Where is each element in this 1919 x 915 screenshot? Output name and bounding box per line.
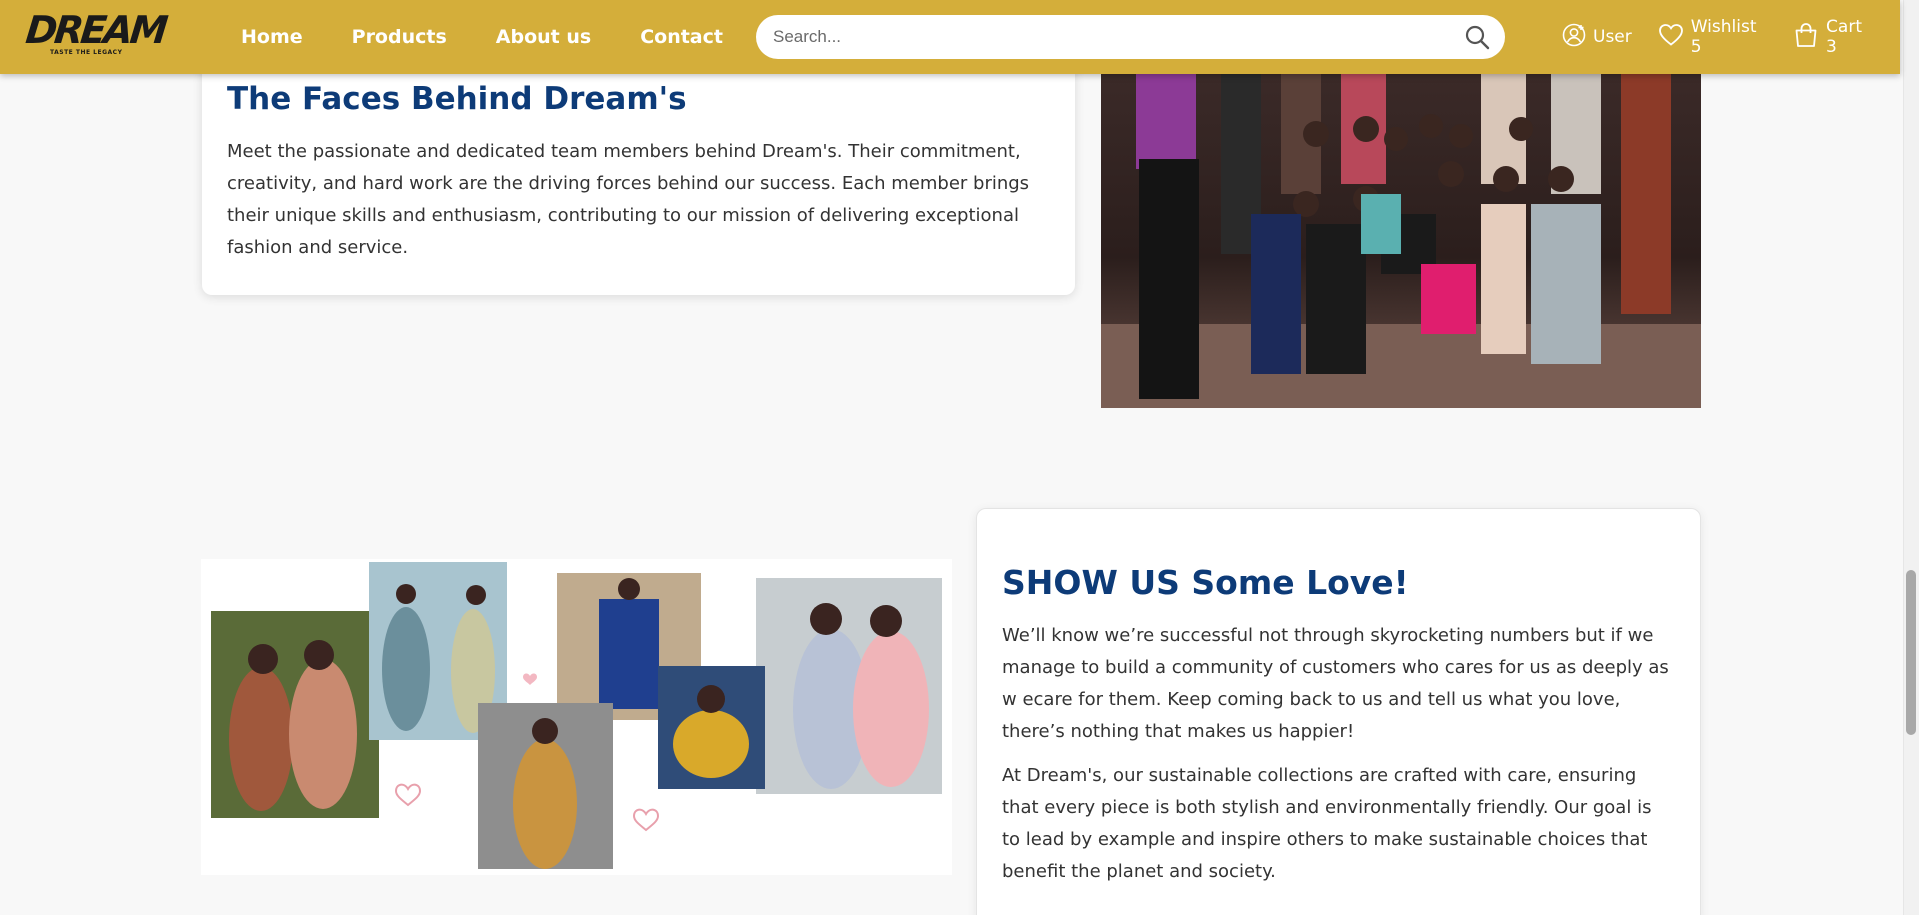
love-section-paragraph-1: We’ll know we’re successful not through … [1002,625,1669,742]
love-section-title: SHOW US Some Love! [1002,563,1409,602]
logo-wordmark: DREAM [23,8,168,52]
love-section-paragraph-2: At Dream's, our sustainable collections … [1002,765,1652,882]
nav-link-products[interactable]: Products [352,26,447,48]
show-love-card: SHOW US Some Love! We’ll know we’re succ… [976,508,1701,915]
page-scrollbar-track[interactable] [1903,0,1919,915]
wishlist-label: Wishlist 5 [1690,17,1757,57]
main-nav: Home Products About us Contact [241,0,772,74]
team-section-text: Meet the passionate and dedicated team m… [227,141,1030,258]
user-button[interactable]: User [1562,23,1632,52]
search-bar [756,15,1505,59]
navbar: DREAM TASTE THE LEGACY Home Products Abo… [0,0,1900,74]
team-section-title: The Faces Behind Dream's [227,81,687,117]
brand-logo[interactable]: DREAM TASTE THE LEGACY [23,8,168,62]
shopping-bag-icon [1793,22,1826,53]
search-input[interactable] [773,27,1463,47]
user-icon [1562,23,1593,52]
team-photo [1101,74,1701,408]
page-scrollbar-thumb[interactable] [1906,570,1916,735]
cart-button[interactable]: Cart 3 [1793,17,1874,57]
wishlist-button[interactable]: Wishlist 5 [1658,17,1767,57]
search-icon[interactable] [1463,23,1491,51]
nav-link-about-us[interactable]: About us [496,26,591,48]
cart-label: Cart 3 [1826,17,1862,57]
fashion-collage [201,559,952,875]
nav-link-home[interactable]: Home [241,26,303,48]
user-label: User [1593,27,1632,47]
nav-actions: User Wishlist 5 Cart 3 [1562,0,1900,74]
nav-link-contact[interactable]: Contact [640,26,723,48]
heart-icon [1658,23,1691,52]
